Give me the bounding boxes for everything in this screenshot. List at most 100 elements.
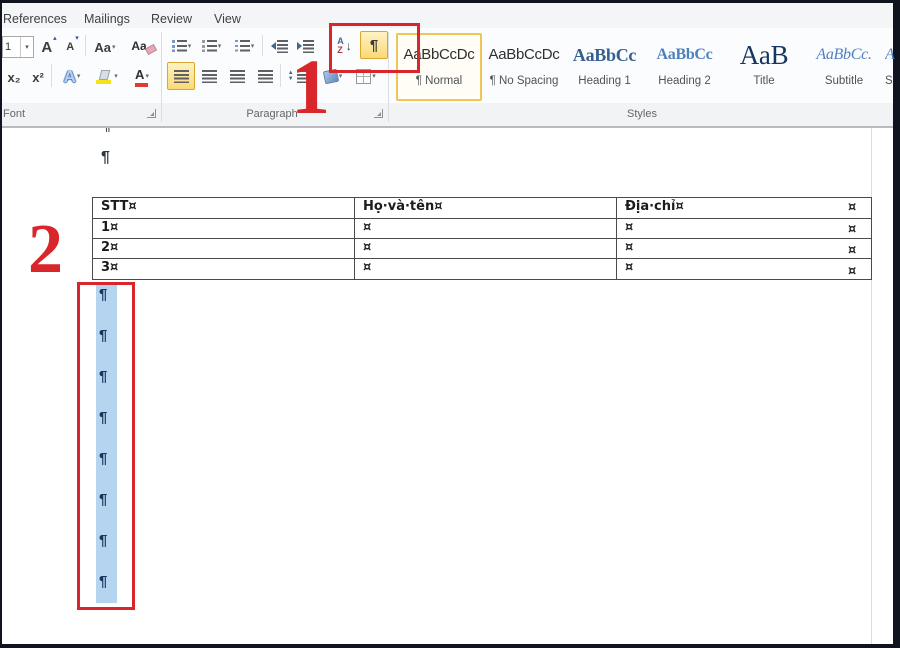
cell-end-mark: ¤ <box>363 220 371 235</box>
pilcrow-mark: ¶ <box>101 149 110 167</box>
superscript-button[interactable]: x² <box>26 63 50 91</box>
table-row: 1¤ ¤ ¤ <box>93 219 872 239</box>
style-heading-2[interactable]: AaBbCc Heading 2 <box>644 33 725 101</box>
grow-font-button[interactable]: A ▴ <box>36 34 62 60</box>
style-sample: AaBbCcDc <box>484 35 564 73</box>
caret-down-icon: ▾ <box>75 35 79 42</box>
style-subtitle[interactable]: AaBbCc. Subtitle <box>803 33 885 101</box>
bullets-button[interactable]: ▾ <box>167 33 196 59</box>
numbering-button[interactable]: ▾ <box>197 33 226 59</box>
annotation-box-2 <box>77 282 135 610</box>
table-cell[interactable]: ¤ <box>355 219 617 239</box>
table-cell[interactable]: ¤ <box>617 239 872 259</box>
table-cell[interactable]: 1¤ <box>93 219 355 239</box>
style-title[interactable]: AaB Title <box>723 33 805 101</box>
tab-review[interactable]: Review <box>151 12 192 26</box>
clear-formatting-icon: Aa <box>131 39 146 53</box>
paragraph-group-label: Paragraph <box>167 108 377 120</box>
subscript-button[interactable]: x₂ <box>2 63 26 91</box>
subscript-icon: x₂ <box>7 70 20 85</box>
style-no-spacing[interactable]: AaBbCcDc ¶ No Spacing <box>482 33 566 101</box>
justify-button[interactable] <box>251 62 279 90</box>
table-cell[interactable]: 3¤ <box>93 259 355 280</box>
superscript-icon: x² <box>32 70 44 85</box>
cell-end-mark: ¤ <box>128 199 136 214</box>
table-cell[interactable]: ¤ <box>355 259 617 280</box>
style-heading-1[interactable]: AaBbCc Heading 1 <box>564 33 645 101</box>
font-dialog-launcher[interactable] <box>147 109 156 118</box>
font-size-combobox[interactable]: 1 ▾ <box>2 36 34 58</box>
chevron-down-icon: ▾ <box>77 73 81 80</box>
table-row: 3¤ ¤ ¤ <box>93 259 872 280</box>
decrease-indent-button[interactable] <box>266 33 292 59</box>
align-center-button[interactable] <box>195 62 223 90</box>
chevron-down-icon[interactable]: ▾ <box>20 37 33 57</box>
font-color-button[interactable]: A ▾ <box>126 62 158 91</box>
cell-end-mark: ¤ <box>434 199 442 214</box>
text-effects-button[interactable]: A ▾ <box>56 62 88 91</box>
table-cell[interactable]: Địa·chỉ¤ <box>617 198 872 219</box>
annotation-number-2: 2 <box>28 218 63 281</box>
chevron-down-icon: ▾ <box>339 73 343 80</box>
document-table: STT¤ Họ·và·tên¤ Địa·chỉ¤ 1¤ ¤ ¤ 2¤ ¤ ¤ 3… <box>92 197 872 280</box>
caret-up-icon: ▴ <box>53 35 57 42</box>
table-row: 2¤ ¤ ¤ <box>93 239 872 259</box>
clear-formatting-button[interactable]: Aa <box>124 33 154 59</box>
table-cell[interactable]: Họ·và·tên¤ <box>355 198 617 219</box>
font-group-label: Font <box>3 108 25 120</box>
table-cell[interactable]: ¤ <box>355 239 617 259</box>
align-right-icon <box>230 70 245 83</box>
chevron-down-icon: ▾ <box>114 73 118 80</box>
style-label: S <box>885 75 895 87</box>
style-sample: AaBbCc <box>646 35 723 73</box>
group-separator <box>161 32 162 122</box>
decrease-indent-icon <box>271 42 276 50</box>
chevron-down-icon: ▾ <box>112 44 116 51</box>
style-label: ¶ Normal <box>398 75 480 87</box>
style-label: ¶ No Spacing <box>484 75 564 87</box>
multilevel-list-icon <box>235 40 250 52</box>
tab-references[interactable]: References <box>3 12 67 26</box>
highlighter-icon <box>96 69 113 85</box>
chevron-down-icon: ▾ <box>372 73 376 80</box>
numbered-list-icon <box>202 40 217 52</box>
cell-end-mark: ¤ <box>675 199 683 214</box>
text-lines-icon <box>277 40 288 53</box>
paragraph-dialog-launcher[interactable] <box>374 109 383 118</box>
style-label: Heading 2 <box>646 75 723 87</box>
cell-end-mark: ¤ <box>625 240 633 255</box>
change-case-icon: Aa <box>94 40 111 55</box>
separator <box>262 35 263 56</box>
bullet-list-icon <box>172 40 187 52</box>
style-sample: A <box>885 35 895 73</box>
table-cell[interactable]: STT¤ <box>93 198 355 219</box>
row-end-mark: ¤ <box>848 200 856 215</box>
multilevel-list-button[interactable]: ▾ <box>228 33 261 59</box>
shrink-font-button[interactable]: A ▾ <box>61 34 84 60</box>
table-cell[interactable]: ¤ <box>617 219 872 239</box>
style-label: Heading 1 <box>566 75 643 87</box>
style-clipped[interactable]: A S <box>883 33 897 101</box>
tab-view[interactable]: View <box>214 12 241 26</box>
tab-mailings[interactable]: Mailings <box>84 12 130 26</box>
word-window: References Mailings Review View 1 ▾ A ▴ … <box>0 0 900 648</box>
chevron-down-icon: ▾ <box>145 73 149 80</box>
align-left-button[interactable] <box>167 62 195 90</box>
text-effects-icon: A <box>64 67 76 87</box>
row-end-mark: ¤ <box>848 264 856 279</box>
style-label: Subtitle <box>805 75 883 87</box>
styles-group-label: Styles <box>392 108 892 120</box>
font-color-icon: A <box>135 67 144 87</box>
style-sample: AaBbCc <box>566 35 643 73</box>
row-end-mark: ¤ <box>848 222 856 237</box>
chevron-down-icon: ▾ <box>218 43 222 50</box>
text-highlight-color-button[interactable]: ▾ <box>90 62 124 91</box>
change-case-button[interactable]: Aa ▾ <box>89 34 121 60</box>
chevron-down-icon: ▾ <box>188 43 192 50</box>
style-sample: AaBbCc. <box>805 35 883 73</box>
align-right-button[interactable] <box>223 62 251 90</box>
separator <box>51 64 52 87</box>
table-cell[interactable]: ¤ <box>617 259 872 280</box>
table-cell[interactable]: 2¤ <box>93 239 355 259</box>
font-size-value: 1 <box>5 41 19 53</box>
